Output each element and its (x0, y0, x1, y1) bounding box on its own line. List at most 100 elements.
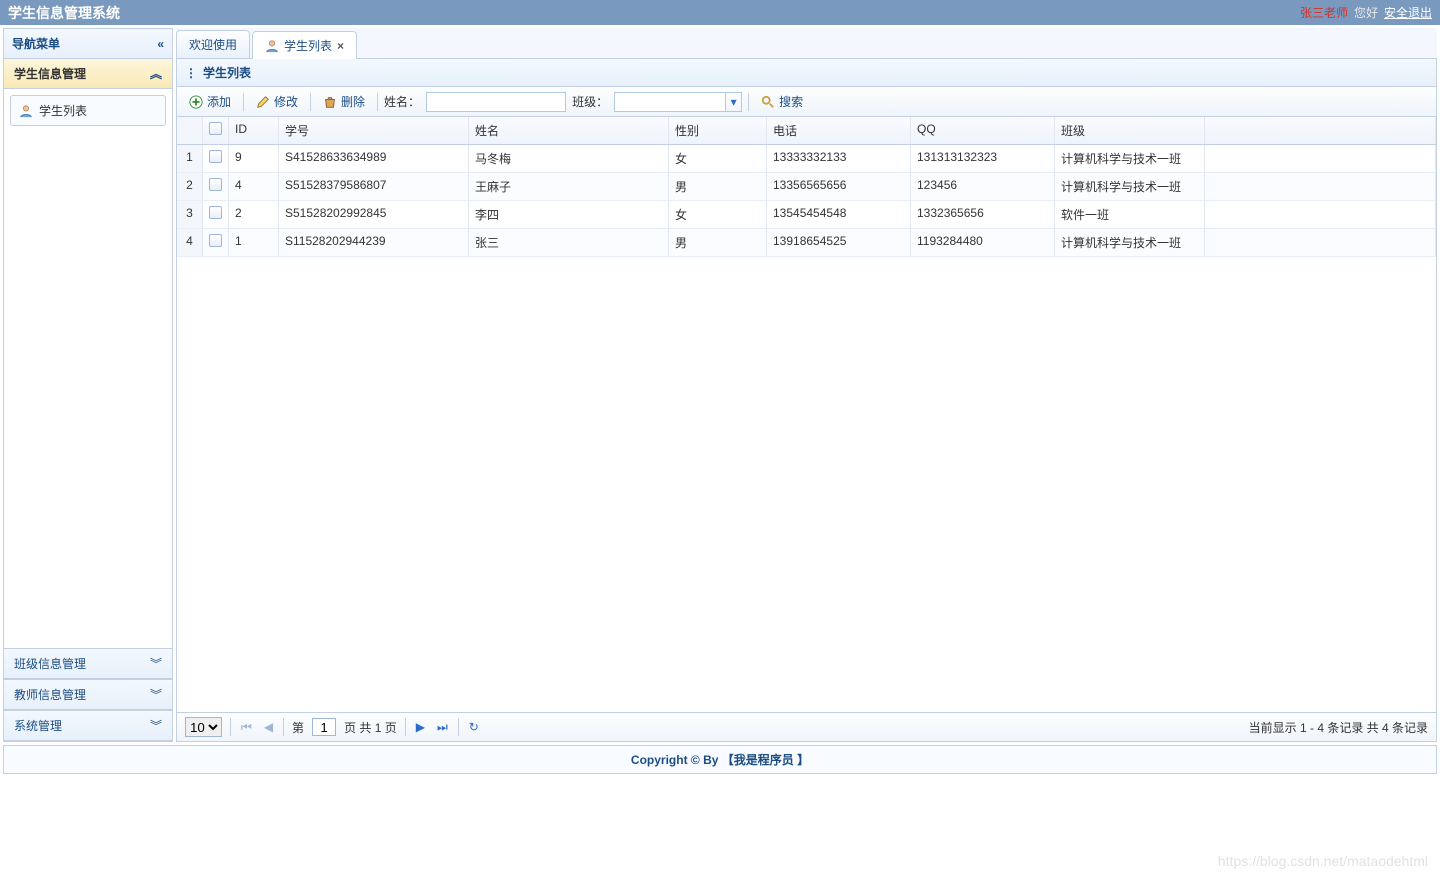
footer: Copyright © By 【我是程序员 】 (3, 745, 1437, 774)
cell-qq: 123456 (911, 173, 1055, 200)
cell-check[interactable] (203, 201, 229, 228)
cell-phone: 13545454548 (767, 201, 911, 228)
cell-check[interactable] (203, 173, 229, 200)
cell-qq: 131313132323 (911, 145, 1055, 172)
chevron-down-icon: ︾ (150, 686, 162, 703)
table-row[interactable]: 32S51528202992845李四女13545454548133236565… (177, 201, 1436, 229)
cell-sn: S51528202992845 (279, 201, 469, 228)
cell-phone: 13333332133 (767, 145, 911, 172)
checkbox-icon[interactable] (209, 150, 222, 163)
sidebar-item-label: 系统管理 (14, 717, 62, 734)
trash-icon (323, 94, 337, 109)
sidebar-item-student[interactable]: 学生信息管理 ︽ (4, 59, 172, 89)
prev-page-button[interactable]: ◀ (262, 720, 275, 734)
separator (310, 93, 311, 111)
first-page-button[interactable]: ⏮ (239, 720, 254, 735)
cell-class: 计算机科学与技术一班 (1055, 229, 1205, 256)
cell-id: 1 (229, 229, 279, 256)
sidebar-title-label: 导航菜单 (12, 35, 60, 52)
refresh-button[interactable]: ↻ (467, 720, 481, 734)
chevron-down-icon: ︾ (150, 655, 162, 672)
tab-label: 学生列表 (284, 37, 332, 54)
sidebar-title: 导航菜单 « (4, 29, 172, 59)
cell-id: 2 (229, 201, 279, 228)
class-filter-input[interactable] (615, 93, 725, 111)
add-button[interactable]: 添加 (183, 91, 237, 112)
col-class[interactable]: 班级 (1055, 117, 1205, 144)
table-row[interactable]: 24S51528379586807王麻子男13356565656123456计算… (177, 173, 1436, 201)
checkbox-icon[interactable] (209, 122, 222, 135)
table-row[interactable]: 41S11528202944239张三男13918654525119328448… (177, 229, 1436, 257)
checkbox-icon[interactable] (209, 178, 222, 191)
user-icon (19, 103, 33, 118)
cell-rownum: 1 (177, 145, 203, 172)
pager: 10 ⏮ ◀ 第 页 共 1 页 ▶ ⏭ ↻ 当前显示 1 - 4 条记录 共 … (176, 713, 1437, 742)
cell-gender: 女 (669, 201, 767, 228)
col-checkall[interactable] (203, 117, 229, 144)
sidebar-item-system[interactable]: 系统管理 ︾ (4, 710, 172, 741)
toolbar: 添加 修改 删除 姓名： 班级： ▾ 搜索 (176, 87, 1437, 117)
chevron-down-icon[interactable]: ▾ (725, 93, 741, 111)
checkbox-icon[interactable] (209, 234, 222, 247)
separator (283, 718, 284, 736)
cell-spacer (1205, 229, 1436, 256)
cell-sn: S51528379586807 (279, 173, 469, 200)
page-size-select[interactable]: 10 (185, 717, 222, 737)
sidebar-item-class[interactable]: 班级信息管理 ︾ (4, 648, 172, 679)
app-header: 学生信息管理系统 张三老师 您好 安全退出 (0, 0, 1440, 25)
checkbox-icon[interactable] (209, 206, 222, 219)
collapse-icon[interactable]: « (157, 37, 164, 51)
separator (405, 718, 406, 736)
pencil-icon (256, 94, 270, 109)
col-gender[interactable]: 性别 (669, 117, 767, 144)
cell-check[interactable] (203, 229, 229, 256)
main-panel: 欢迎使用 学生列表 × ⋮ 学生列表 添加 修改 (176, 28, 1437, 742)
col-name[interactable]: 姓名 (469, 117, 669, 144)
search-button[interactable]: 搜索 (755, 91, 809, 112)
cell-phone: 13356565656 (767, 173, 911, 200)
cell-gender: 男 (669, 229, 767, 256)
next-page-button[interactable]: ▶ (414, 720, 427, 734)
col-spacer (1205, 117, 1436, 144)
cell-phone: 13918654525 (767, 229, 911, 256)
table-row[interactable]: 19S41528633634989马冬梅女1333333213313131313… (177, 145, 1436, 173)
watermark: https://blog.csdn.net/mataodehtml (1218, 853, 1428, 869)
col-sn[interactable]: 学号 (279, 117, 469, 144)
tab-student-list[interactable]: 学生列表 × (252, 31, 357, 59)
chevron-up-icon: ︽ (150, 65, 162, 82)
class-filter-combo[interactable]: ▾ (614, 92, 742, 112)
sidebar-item-teacher[interactable]: 教师信息管理 ︾ (4, 679, 172, 710)
page-prefix: 第 (292, 719, 304, 736)
sidebar-leaf-student-list[interactable]: 学生列表 (10, 95, 166, 126)
cell-id: 4 (229, 173, 279, 200)
col-id[interactable]: ID (229, 117, 279, 144)
edit-button[interactable]: 修改 (250, 91, 304, 112)
tab-label: 欢迎使用 (189, 36, 237, 53)
user-icon (265, 38, 279, 53)
name-filter-label: 姓名： (384, 93, 420, 110)
tab-bar: 欢迎使用 学生列表 × (176, 28, 1437, 59)
sidebar-item-label: 学生信息管理 (14, 65, 86, 82)
grid-header: ID 学号 姓名 性别 电话 QQ 班级 (177, 117, 1436, 145)
cell-class: 计算机科学与技术一班 (1055, 145, 1205, 172)
page-input[interactable] (312, 718, 336, 736)
delete-button[interactable]: 删除 (317, 91, 371, 112)
delete-label: 删除 (341, 93, 365, 110)
class-filter-label: 班级： (572, 93, 608, 110)
cell-sn: S11528202944239 (279, 229, 469, 256)
cell-gender: 男 (669, 173, 767, 200)
col-qq[interactable]: QQ (911, 117, 1055, 144)
cell-qq: 1332365656 (911, 201, 1055, 228)
panel-title: 学生列表 (203, 64, 251, 81)
cell-check[interactable] (203, 145, 229, 172)
close-icon[interactable]: × (337, 39, 344, 53)
current-user: 张三老师 (1300, 4, 1348, 21)
col-phone[interactable]: 电话 (767, 117, 911, 144)
cell-name: 马冬梅 (469, 145, 669, 172)
page-suffix: 页 共 1 页 (344, 719, 397, 736)
tab-welcome[interactable]: 欢迎使用 (176, 30, 250, 58)
logout-link[interactable]: 安全退出 (1384, 4, 1432, 21)
last-page-button[interactable]: ⏭ (435, 720, 450, 735)
name-filter-input[interactable] (426, 92, 566, 112)
add-label: 添加 (207, 93, 231, 110)
